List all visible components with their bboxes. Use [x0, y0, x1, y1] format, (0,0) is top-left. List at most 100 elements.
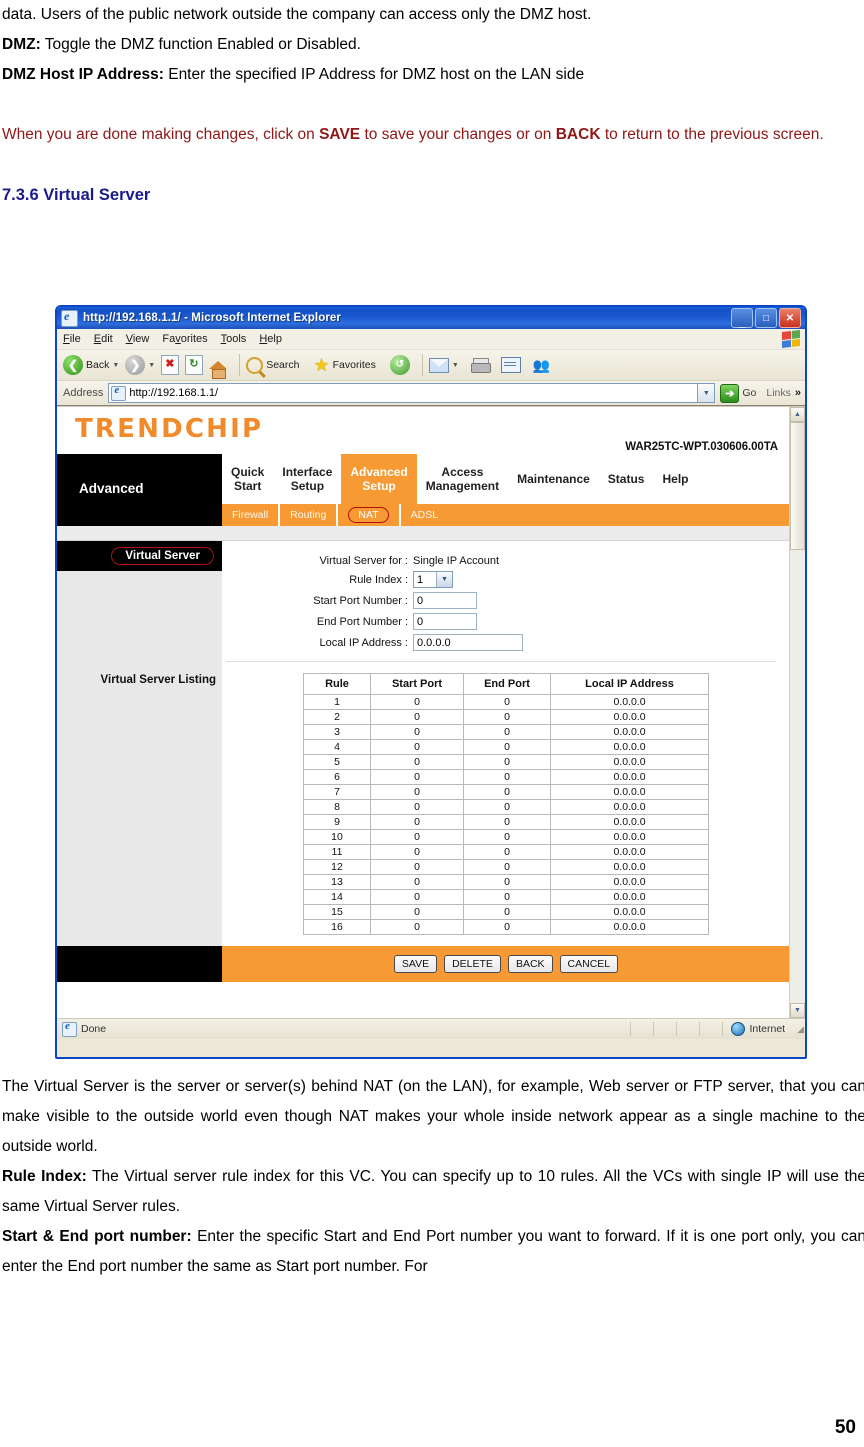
menu-item-view[interactable]: View: [126, 333, 150, 345]
nav-tab-interface-setup[interactable]: Interface Setup: [273, 454, 341, 504]
history-button[interactable]: ↺: [389, 355, 410, 375]
resize-grip-icon[interactable]: ◢: [797, 1024, 804, 1035]
router-main-content: Virtual Server for : Single IP Account R…: [222, 541, 790, 946]
sub-tab-nat[interactable]: NAT: [338, 504, 401, 526]
doc-paragraph-1-text: data. Users of the public network outsid…: [2, 6, 592, 23]
favorites-icon: ★: [313, 355, 330, 375]
history-icon: ↺: [389, 355, 410, 375]
home-button[interactable]: [209, 361, 228, 379]
sidebar-item-virtual-server[interactable]: Virtual Server: [111, 547, 214, 565]
menu-item-help[interactable]: Help: [259, 333, 282, 345]
cell-end-port: 0: [463, 769, 551, 785]
cell-start-port: 0: [370, 709, 464, 725]
table-row: 12 0 0 0.0.0.0: [303, 859, 709, 875]
maximize-button[interactable]: □: [755, 308, 777, 328]
router-brandbar: TRENDCHIP WAR25TC-WPT.030606.00TA: [57, 407, 790, 454]
search-button[interactable]: Search: [246, 356, 300, 374]
cell-end-port: 0: [463, 889, 551, 905]
forward-dropdown-icon[interactable]: ▼: [148, 362, 155, 369]
scroll-thumb[interactable]: [790, 422, 805, 550]
cell-end-port: 0: [463, 739, 551, 755]
menu-item-favorites[interactable]: Favorites: [162, 333, 207, 345]
local-ip-input[interactable]: 0.0.0.0: [413, 634, 523, 651]
rule-index-select[interactable]: 1 ▼: [413, 571, 453, 588]
table-row: 10 0 0 0.0.0.0: [303, 829, 709, 845]
sidebar-header: Virtual Server: [57, 541, 222, 571]
menu-item-tools[interactable]: Tools: [221, 333, 247, 345]
doc-note-red: When you are done making changes, click …: [2, 120, 864, 150]
section-heading: 7.3.6 Virtual Server: [2, 186, 151, 204]
sub-tab-adsl[interactable]: ADSL: [401, 504, 448, 526]
form-row-rule-index: Rule Index : 1 ▼: [222, 571, 790, 588]
go-button[interactable]: ➔ Go: [720, 383, 756, 403]
cancel-button[interactable]: CANCEL: [559, 955, 619, 973]
back-button-router[interactable]: BACK: [507, 955, 553, 973]
col-header-local-ip: Local IP Address: [550, 673, 709, 695]
delete-button[interactable]: DELETE: [444, 955, 501, 973]
nav-tab-maintenance[interactable]: Maintenance: [508, 454, 599, 504]
start-port-input[interactable]: 0: [413, 592, 477, 609]
label-end-port: End Port Number :: [316, 615, 408, 628]
menu-item-edit[interactable]: Edit: [94, 333, 113, 345]
back-icon: ❮: [63, 355, 83, 375]
print-button[interactable]: [470, 358, 491, 373]
close-button[interactable]: ✕: [779, 308, 801, 328]
chevron-down-icon[interactable]: ▼: [436, 572, 452, 587]
minimize-button[interactable]: _: [731, 308, 753, 328]
cell-local-ip: 0.0.0.0: [550, 874, 709, 890]
stop-button[interactable]: ✖: [161, 355, 180, 375]
toolbar-overflow-icon[interactable]: »: [795, 387, 801, 399]
ie-favicon-icon: [111, 384, 127, 401]
cell-local-ip: 0.0.0.0: [550, 709, 709, 725]
subnav-spacer: [57, 504, 222, 526]
cell-end-port: 0: [463, 859, 551, 875]
end-port-input[interactable]: 0: [413, 613, 477, 630]
mail-icon: [428, 357, 449, 373]
menu-item-file[interactable]: FFileile: [63, 333, 81, 345]
save-button[interactable]: SAVE: [393, 955, 438, 973]
table-row: 1 0 0 0.0.0.0: [303, 694, 709, 710]
ie-status-icon: [62, 1020, 77, 1037]
doc-spacer-1: [2, 90, 864, 120]
back-dropdown-icon[interactable]: ▼: [112, 362, 119, 369]
cell-local-ip: 0.0.0.0: [550, 814, 709, 830]
nav-tab-status[interactable]: Status: [599, 454, 654, 504]
col-header-end-port: End Port: [463, 673, 551, 695]
nav-tab-access-management[interactable]: Access Management: [417, 454, 508, 504]
address-dropdown-icon[interactable]: ▼: [698, 383, 716, 403]
cell-start-port: 0: [370, 724, 464, 740]
links-button[interactable]: Links: [766, 387, 791, 399]
toolbar-separator-2: [421, 354, 423, 376]
scroll-down-button[interactable]: ▼: [790, 1003, 805, 1018]
doc-paragraph-2-text: Toggle the DMZ function Enabled or Disab…: [40, 36, 361, 53]
sub-tab-firewall[interactable]: Firewall: [222, 504, 281, 526]
search-icon: [246, 356, 264, 374]
nav-tab-advanced-setup[interactable]: Advanced Setup: [341, 454, 417, 504]
browser-addressbar: Address http://192.168.1.1/ ▼ ➔ Go Links…: [57, 381, 805, 406]
mail-button[interactable]: ▼: [428, 357, 459, 373]
vertical-scrollbar[interactable]: ▲ ▼: [789, 407, 805, 1018]
status-right-group: Internet ◢: [630, 1022, 804, 1036]
stop-icon: ✖: [161, 355, 180, 375]
nav-tab-quick-start[interactable]: Quick Start: [222, 454, 273, 504]
mail-dropdown-icon[interactable]: ▼: [452, 362, 459, 369]
back-button[interactable]: ❮ Back ▼: [63, 355, 119, 375]
form-row-end-port: End Port Number : 0: [222, 613, 790, 630]
scroll-track[interactable]: [790, 422, 805, 1003]
forward-button[interactable]: ❯ ▼: [125, 355, 155, 375]
edit-button[interactable]: [500, 357, 521, 373]
cell-start-port: 0: [370, 769, 464, 785]
sub-tab-routing[interactable]: Routing: [280, 504, 339, 526]
scroll-up-button[interactable]: ▲: [790, 407, 805, 422]
refresh-button[interactable]: ↻: [185, 355, 204, 375]
table-row: 9 0 0 0.0.0.0: [303, 814, 709, 830]
table-row: 3 0 0 0.0.0.0: [303, 724, 709, 740]
messenger-button[interactable]: 👥: [533, 358, 550, 372]
home-icon: [209, 361, 228, 379]
cell-start-port: 0: [370, 814, 464, 830]
nav-tab-help[interactable]: Help: [653, 454, 697, 504]
favorites-button[interactable]: ★ Favorites: [313, 355, 376, 375]
address-input[interactable]: http://192.168.1.1/: [108, 383, 699, 403]
cell-local-ip: 0.0.0.0: [550, 739, 709, 755]
table-row: 2 0 0 0.0.0.0: [303, 709, 709, 725]
